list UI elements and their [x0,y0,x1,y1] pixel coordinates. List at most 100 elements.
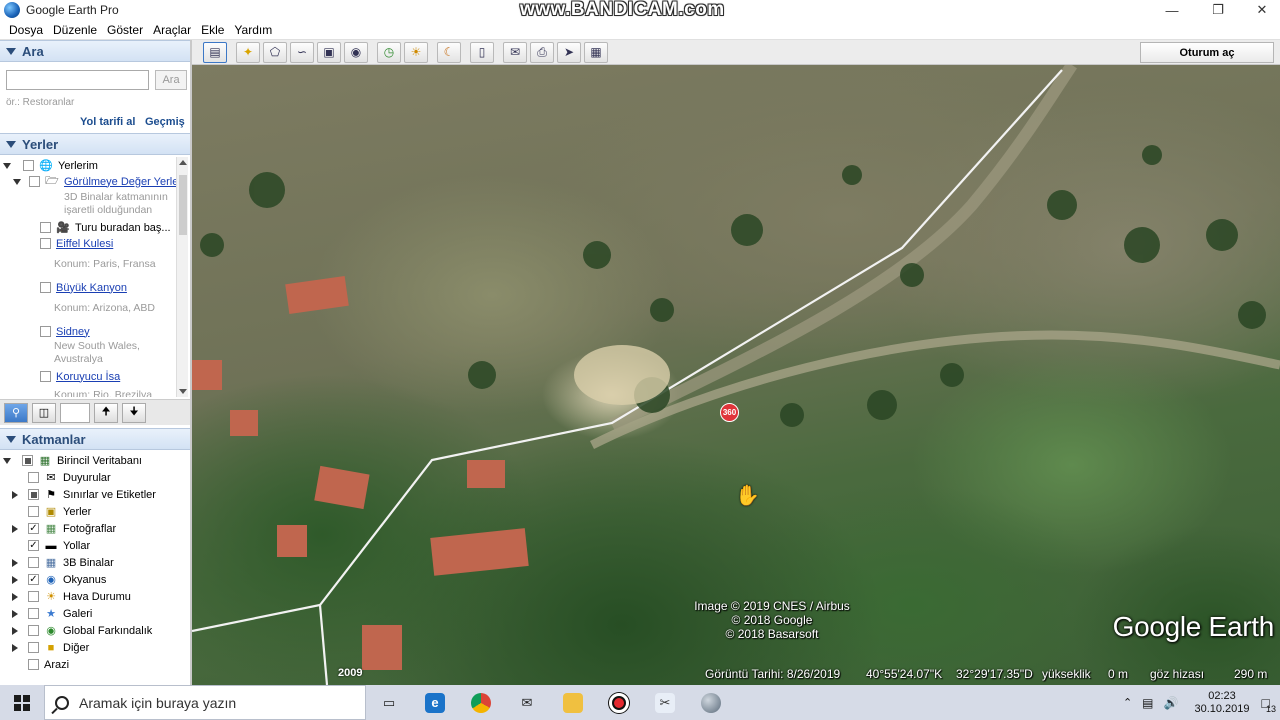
taskbar-google-earth[interactable] [688,685,734,720]
map-view[interactable]: 360 ✋ Image © 2019 CNES / Airbus © 2018 … [192,65,1280,685]
layer-gallery[interactable]: ★ Galeri [12,606,92,621]
places-root[interactable]: 🌐 Yerlerim [3,158,98,173]
scroll-up-icon[interactable] [179,160,187,165]
checkbox[interactable] [28,506,39,517]
taskbar-edge[interactable]: e [412,685,458,720]
layer-global-awareness[interactable]: ◉ Global Farkındalık [12,623,152,638]
taskbar-search-box[interactable]: Aramak için buraya yazın [44,685,366,720]
layer-3d-buildings[interactable]: ▦ 3B Binalar [12,555,114,570]
expand-arrow-icon[interactable] [12,575,18,584]
checkbox[interactable] [28,472,39,483]
checkbox[interactable] [23,160,34,171]
expand-arrow-icon[interactable] [12,609,18,618]
volume-icon[interactable]: 🔊 [1164,696,1179,710]
get-directions-link[interactable]: Yol tarifi al [80,116,135,128]
layer-other[interactable]: ■ Diğer [12,640,89,655]
layers-root[interactable]: ▦ Birincil Veritabanı [3,453,142,468]
menu-help[interactable]: Yardım [229,23,277,37]
expand-arrow-icon[interactable] [3,457,11,464]
tree-label[interactable]: Görülmeye Değer Yerler [64,176,182,188]
places-scrollbar[interactable] [176,157,188,397]
menu-view[interactable]: Göster [102,23,148,37]
add-placemark-icon[interactable]: ✦ [236,41,260,63]
checkbox[interactable] [40,222,51,233]
tree-label[interactable]: Sidney [56,326,90,338]
sign-in-button[interactable]: Oturum aç [1140,42,1274,63]
expand-arrow-icon[interactable] [12,558,18,567]
minimize-button[interactable]: — [1152,0,1192,20]
expand-arrow-icon[interactable] [12,524,18,533]
search-panel-header[interactable]: Ara [0,40,190,62]
tree-label[interactable]: Eiffel Kulesi [56,238,113,250]
search-input[interactable] [6,70,149,90]
history-link[interactable]: Geçmiş [145,116,185,128]
sunlight-icon[interactable]: ☀ [404,41,428,63]
move-down-icon[interactable]: 🠋 [122,402,146,423]
tour-item[interactable]: 🎥 Turu buradan baş... [40,220,171,235]
place-item-eiffel[interactable]: Eiffel Kulesi [40,236,113,251]
layer-terrain[interactable]: Arazi [28,657,69,672]
search-button[interactable]: Ara [155,70,187,90]
checkbox[interactable]: ✓ [28,523,39,534]
place-item-sydney[interactable]: Sidney [40,324,90,339]
layers-panel-header[interactable]: Katmanlar [0,428,190,450]
checkbox[interactable] [40,371,51,382]
checkbox[interactable] [28,659,39,670]
checkbox[interactable] [28,591,39,602]
network-icon[interactable]: ▤ [1142,696,1153,710]
taskbar-snipping[interactable]: ✂ [642,685,688,720]
sidebar-toggle-icon[interactable]: ▤ [203,41,227,63]
checkbox[interactable] [28,608,39,619]
places-folder[interactable]: 🗁 Görülmeye Değer Yerler [13,174,182,189]
layer-ocean[interactable]: ✓ ◉ Okyanus [12,572,106,587]
print-icon[interactable]: ⎙ [530,41,554,63]
record-tour-icon[interactable]: ◉ [344,41,368,63]
clock[interactable]: 02:23 30.10.2019 [1194,690,1249,716]
menu-add[interactable]: Ekle [196,23,229,37]
checkbox[interactable] [40,238,51,249]
start-button[interactable] [0,685,44,720]
add-overlay-icon[interactable]: ▣ [317,41,341,63]
ruler-icon[interactable]: ▯ [470,41,494,63]
switch-planet-icon[interactable]: ☾ [437,41,461,63]
layer-roads[interactable]: ✓ ▬ Yollar [28,538,90,553]
tree-label[interactable]: Büyük Kanyon [56,282,127,294]
checkbox[interactable] [22,455,33,466]
layer-weather[interactable]: ☀ Hava Durumu [12,589,131,604]
task-view-button[interactable]: ▭ [366,685,412,720]
places-filter-field[interactable] [60,402,90,423]
expand-arrow-icon[interactable] [12,592,18,601]
taskbar-chrome[interactable] [458,685,504,720]
checkbox[interactable] [40,282,51,293]
menu-tools[interactable]: Araçlar [148,23,196,37]
scroll-thumb[interactable] [179,175,187,235]
place-item-grand-canyon[interactable]: Büyük Kanyon [40,280,127,295]
expand-arrow-icon[interactable] [3,162,11,169]
street-view-360-marker[interactable]: 360 [720,403,739,422]
expand-arrow-icon[interactable] [13,178,21,185]
notifications-icon[interactable]: □ 13 [1262,695,1276,714]
scroll-down-icon[interactable] [179,389,187,394]
taskbar-file-explorer[interactable] [550,685,596,720]
add-polygon-icon[interactable]: ⬠ [263,41,287,63]
checkbox[interactable]: ✓ [28,540,39,551]
historical-imagery-icon[interactable]: ◷ [377,41,401,63]
view-in-maps-icon[interactable]: ➤ [557,41,581,63]
taskbar-bandicam[interactable] [596,685,642,720]
maximize-button[interactable]: ❐ [1198,0,1238,20]
expand-arrow-icon[interactable] [12,490,18,499]
expand-arrow-icon[interactable] [12,643,18,652]
checkbox[interactable] [28,642,39,653]
checkbox[interactable] [28,489,39,500]
close-button[interactable]: ✕ [1242,0,1280,20]
checkbox[interactable] [28,557,39,568]
layer-announcements[interactable]: ✉ Duyurular [28,470,111,485]
menu-file[interactable]: Dosya [0,23,48,37]
search-places-icon[interactable]: ⚲ [4,402,28,423]
menu-edit[interactable]: Düzenle [48,23,102,37]
save-image-icon[interactable]: ▦ [584,41,608,63]
move-up-icon[interactable]: 🠉 [94,402,118,423]
layer-borders-labels[interactable]: ⚑ Sınırlar ve Etiketler [12,487,156,502]
checkbox[interactable] [40,326,51,337]
checkbox[interactable] [28,625,39,636]
